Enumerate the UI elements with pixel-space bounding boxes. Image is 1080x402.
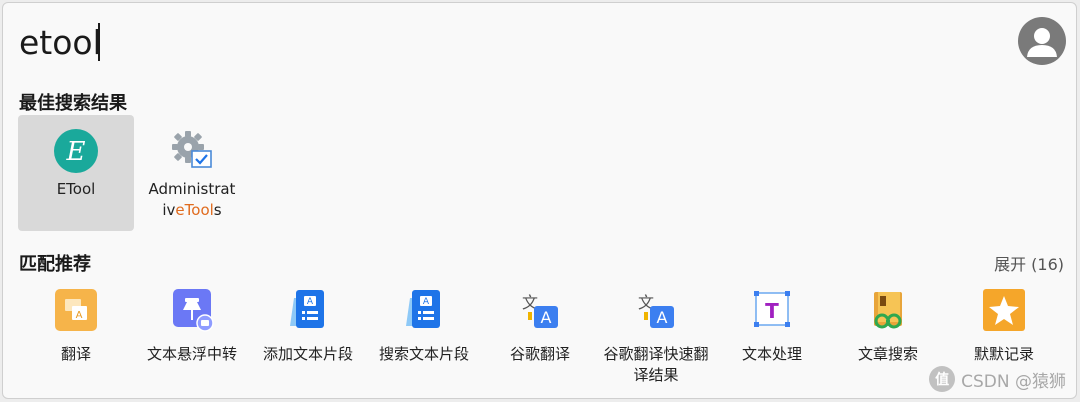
label-post: s <box>213 201 222 219</box>
rec-label: 添加文本片段 <box>262 345 353 363</box>
rec-translate[interactable]: A 翻译 <box>18 285 134 397</box>
text-snippet-search-icon: A <box>402 288 446 332</box>
label-line1: Administrat <box>148 180 236 198</box>
rec-label: 文章搜索 <box>857 345 918 363</box>
rec-label: 谷歌翻译 <box>509 345 570 363</box>
avatar[interactable] <box>1018 17 1066 65</box>
rec-label: 谷歌翻译快速翻译结果 <box>603 345 709 384</box>
article-search-icon <box>866 288 910 332</box>
match-title: 匹配推荐 <box>19 254 91 275</box>
watermark: 值 CSDN @猿狮 <box>929 366 1066 392</box>
svg-text:A: A <box>541 308 552 327</box>
text-caret <box>98 23 100 61</box>
result-administrative-tools[interactable]: Administrat iveTools <box>134 115 250 231</box>
translate-icon: A <box>54 288 98 332</box>
rec-google-translate-quick[interactable]: 文 A 谷歌翻译快速翻译结果 <box>598 285 714 397</box>
expand-button[interactable]: 展开 (16) <box>994 251 1064 275</box>
text-snippet-add-icon: A <box>286 288 330 332</box>
rec-label: 文本处理 <box>741 345 802 363</box>
search-row <box>3 3 1076 83</box>
result-etool[interactable]: E ETool <box>18 115 134 231</box>
svg-text:A: A <box>657 308 668 327</box>
google-translate-icon: 文 A <box>518 288 562 332</box>
google-translate-quick-icon: 文 A <box>634 288 678 332</box>
svg-text:A: A <box>76 310 83 321</box>
svg-text:E: E <box>66 137 86 167</box>
best-results-title: 最佳搜索结果 <box>19 93 127 114</box>
pin-icon <box>170 288 214 332</box>
rec-search-snippet[interactable]: A 搜索文本片段 <box>366 285 482 397</box>
star-record-icon <box>982 288 1026 332</box>
result-administrative-tools-label: Administrat iveTools <box>134 179 250 221</box>
gear-checkbox-icon <box>170 129 214 173</box>
rec-label: 文本悬浮中转 <box>146 345 237 363</box>
svg-text:A: A <box>423 297 430 307</box>
label-pre: iv <box>162 201 176 219</box>
rec-label: 翻译 <box>60 345 91 363</box>
svg-text:A: A <box>307 297 314 307</box>
label-highlight: eTool <box>175 201 214 219</box>
launcher-panel: 最佳搜索结果 E ETool <box>2 2 1077 399</box>
svg-text:T: T <box>765 299 779 323</box>
rec-label: 默默记录 <box>973 345 1034 363</box>
watermark-logo: 值 <box>929 366 956 392</box>
rec-google-translate[interactable]: 文 A 谷歌翻译 <box>482 285 598 397</box>
user-avatar-icon <box>1027 28 1057 57</box>
text-processing-icon: T <box>750 288 794 332</box>
rec-label: 搜索文本片段 <box>378 345 469 363</box>
rec-float-text[interactable]: 文本悬浮中转 <box>134 285 250 397</box>
result-etool-label: ETool <box>56 180 96 198</box>
rec-text-processing[interactable]: T 文本处理 <box>714 285 830 397</box>
search-input[interactable] <box>19 17 919 67</box>
rec-add-snippet[interactable]: A 添加文本片段 <box>250 285 366 397</box>
watermark-text: CSDN @猿狮 <box>961 371 1066 392</box>
etool-app-icon: E <box>54 129 98 173</box>
